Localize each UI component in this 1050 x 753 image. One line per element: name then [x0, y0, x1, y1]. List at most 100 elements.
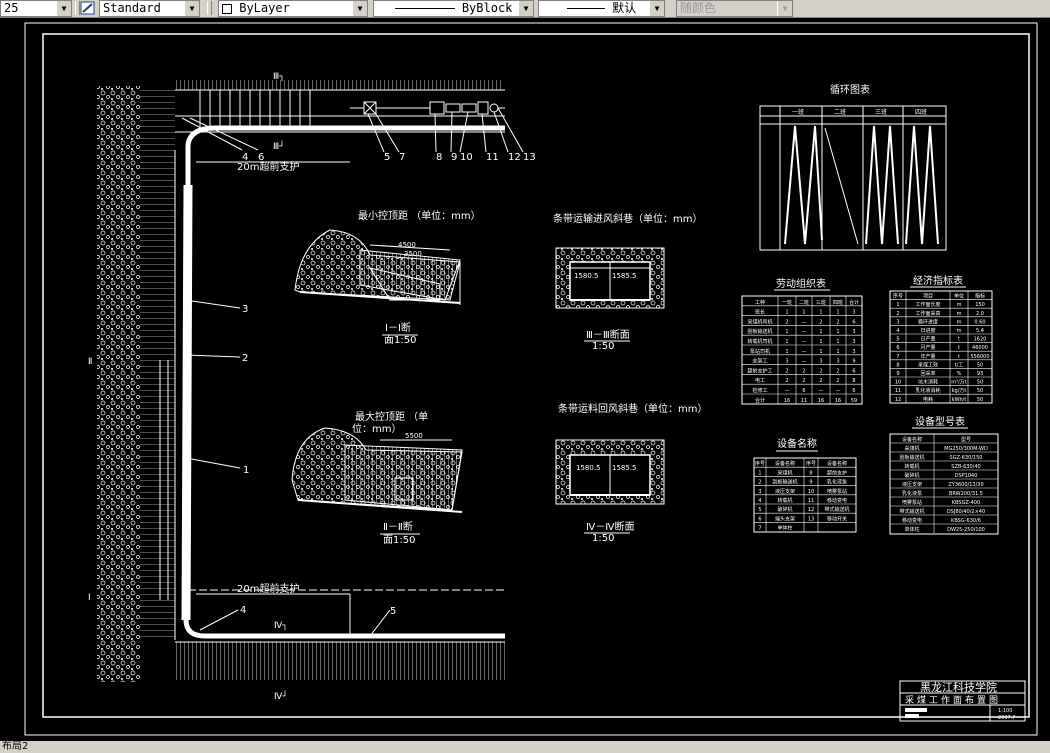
table-cell: 1 [785, 329, 788, 335]
table-cell: 1 [836, 349, 839, 355]
callout-number: 4 [240, 605, 246, 616]
table-cell: 16 [835, 398, 841, 404]
table-cell: DSP1040 [955, 473, 978, 479]
chevron-down-icon[interactable]: ▼ [352, 1, 367, 16]
econ-table-title: 经济指标表 [913, 274, 963, 287]
callout-number: 6 [258, 152, 264, 163]
table-cell: DW25-250/100 [947, 527, 985, 533]
table-cell: 10 [808, 489, 814, 495]
device-table-title: 设备名称 [777, 437, 817, 450]
cycle-curve [784, 125, 823, 245]
table-cell: 单体柱 [777, 525, 792, 532]
section-4-4: 条带运料回风斜巷（单位：mm） 1580.5 1585.5 Ⅳ－Ⅳ断面 1:50 [555, 402, 707, 544]
table-cell: 班长 [755, 309, 765, 316]
table-cell: 59 [851, 398, 857, 404]
table-cell: 1 [836, 310, 839, 316]
labor-table-title: 劳动组织表 [776, 277, 826, 290]
section-name: Ⅳ－Ⅳ断面 [586, 520, 634, 533]
chevron-down-icon[interactable]: ▼ [649, 1, 664, 16]
table-cell: 2 [836, 378, 839, 384]
table-cell: 带式输送机 [824, 506, 849, 513]
table-cell: 2 [785, 368, 788, 374]
table-cell: ZY3600/13/30 [948, 482, 983, 488]
table-cell: 2 [836, 319, 839, 325]
table-cell: m³/万t [951, 380, 967, 386]
table-cell: 150 [975, 302, 985, 308]
table-cell: 7 [896, 354, 899, 360]
text-style-icon[interactable] [79, 0, 97, 17]
callout-number: 3 [242, 304, 248, 315]
cycle-chart: 循环图表 一班 二班 三班 四班 [759, 83, 947, 251]
table-cell: 日产量 [920, 336, 935, 343]
table-cell: — [802, 359, 807, 365]
table-cell: t [958, 337, 960, 343]
lineweight-combo[interactable]: 默认 ▼ [538, 0, 665, 17]
table-cell: 1 [802, 310, 805, 316]
table-cell: 10 [895, 380, 901, 386]
table-cell: 回采率 [920, 370, 935, 377]
scale-combo[interactable]: 25 ▼ [0, 0, 72, 17]
support-label: 20m超前支护 [237, 582, 299, 595]
table-cell: 8 [896, 362, 899, 368]
table-cell: kg/万t [952, 388, 967, 394]
goaf-hatch [140, 90, 175, 640]
table-cell: — [802, 329, 807, 335]
drawing-canvas[interactable]: Ⅲ┐ Ⅲ┘ Ⅳ┐ Ⅳ┘ 20m超前支护 20m超前支护 Ⅱ Ⅰ 4 6 5 7 … [0, 18, 1050, 741]
table-header-cell: 设备名称 [775, 460, 795, 467]
table-cell: 工作面长度 [915, 301, 940, 308]
drawing-scale: 1:100 [998, 708, 1012, 714]
table-cell: — [785, 388, 790, 394]
table-cell: 移动变电 [827, 497, 847, 504]
table-cell: 3 [836, 359, 839, 365]
text-style-value: Standard [103, 1, 161, 15]
section-title: 条带运输进风斜巷（单位：mm） [553, 212, 702, 225]
table-cell: 电工 [755, 377, 765, 384]
cycle-chart-header: 一班 [792, 108, 804, 116]
chevron-down-icon[interactable]: ▼ [518, 1, 533, 16]
section-name: Ⅲ－Ⅲ断面 [586, 328, 630, 341]
table-cell: 50 [977, 362, 983, 368]
cycle-chart-header: 三班 [875, 108, 887, 116]
toolbar-grip[interactable] [207, 1, 212, 15]
table-cell: 2 [819, 368, 822, 374]
table-cell: 3 [852, 310, 855, 316]
table-cell: 1 [836, 329, 839, 335]
table-cell: 1 [819, 339, 822, 345]
table-cell: 1 [896, 302, 899, 308]
dimension-text: 1580.5 [576, 464, 601, 472]
section-marker: Ⅳ┘ [274, 690, 288, 702]
table-cell: 乳化液泵 [902, 490, 922, 497]
table-cell: 合计 [755, 397, 765, 404]
cycle-curve [865, 125, 899, 245]
color-value: ByLayer [239, 1, 290, 15]
dimension-text: 1585.5 [612, 464, 637, 472]
table-cell: 1 [836, 339, 839, 345]
table-cell: 2 [836, 368, 839, 374]
chevron-down-icon[interactable]: ▼ [56, 1, 71, 16]
callout-number: 4 [242, 152, 248, 163]
title-block: 黑龙江科技学院 采煤工作面布置图 1:100 2007.7 [899, 680, 1026, 722]
bottom-roadway-hatch [175, 642, 505, 680]
linetype-combo[interactable]: ByBlock ▼ [373, 0, 534, 17]
table-cell: 12 [808, 507, 814, 513]
dimension-text: 4500 [398, 241, 416, 249]
table-cell: 采煤机 [904, 445, 919, 452]
table-cell: 5 [758, 507, 761, 513]
cycle-chart-header: 四班 [915, 108, 927, 116]
callout-number: 11 [486, 152, 499, 163]
leader-lines [181, 107, 524, 637]
table-cell: 月产量 [920, 344, 935, 351]
layout-tab[interactable]: 布局2 [2, 741, 28, 753]
linetype-sample-icon [394, 8, 455, 9]
color-combo[interactable]: ByLayer ▼ [218, 0, 368, 17]
outer-frame [24, 22, 1038, 736]
table-cell: 9 [809, 480, 812, 486]
callout-number: 13 [523, 152, 536, 163]
text-style-combo[interactable]: Standard ▼ [99, 0, 200, 17]
drawing-name: 采煤工作面布置图 [905, 694, 1001, 706]
table-cell: 4 [758, 498, 761, 504]
section-scale: 1:50 [592, 533, 614, 544]
table-cell: 5 [896, 337, 899, 343]
table-cell: — [802, 339, 807, 345]
chevron-down-icon[interactable]: ▼ [184, 1, 199, 16]
